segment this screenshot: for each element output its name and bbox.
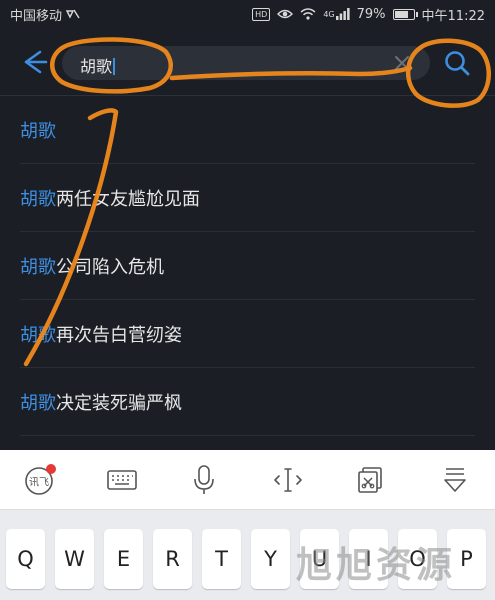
- hd-badge: HD: [252, 7, 271, 21]
- battery-percent: 79%: [356, 6, 386, 22]
- search-query-text: 胡歌: [80, 57, 113, 76]
- text-caret: [113, 58, 115, 75]
- key-t[interactable]: T: [202, 529, 241, 589]
- cursor-move-button[interactable]: [270, 462, 306, 498]
- keyboard-toolbar: 讯飞: [0, 450, 495, 510]
- close-icon: [395, 56, 409, 70]
- suggestion-rest: 两任女友尴尬见面: [56, 189, 200, 210]
- clock: 中午11:22: [421, 8, 485, 24]
- network-type-label: 4G: [323, 9, 335, 19]
- microphone-icon: [194, 465, 214, 494]
- suggestion-rest: 再次告白菅纫姿: [56, 325, 182, 346]
- carrier-label: 中国移动: [10, 8, 63, 24]
- suggestion-item[interactable]: 胡歌 决定装死骗严枫: [20, 369, 475, 436]
- battery-icon: [392, 8, 418, 20]
- key-y[interactable]: Y: [251, 529, 290, 589]
- search-icon: [445, 51, 470, 76]
- clipboard-button[interactable]: [352, 462, 388, 498]
- clear-search-button[interactable]: [389, 50, 415, 76]
- suggestion-item[interactable]: 胡歌: [20, 97, 475, 164]
- status-bar: 中国移动 HD 4G 79% 中午11:22: [0, 0, 495, 28]
- suggestion-keyword: 胡歌: [20, 257, 56, 278]
- ime-logo-button[interactable]: 讯飞: [22, 462, 58, 498]
- suggestion-list: 胡歌 胡歌 两任女友尴尬见面 胡歌 公司陷入危机 胡歌 再次告白菅纫姿 胡歌 决定装死骗…: [0, 97, 495, 449]
- cursor-icon: [274, 468, 302, 492]
- back-button[interactable]: [16, 44, 52, 80]
- clipboard-icon: [358, 467, 382, 493]
- suggestion-keyword: 胡歌: [20, 325, 56, 346]
- ime-logo-label: 讯飞: [29, 477, 49, 489]
- key-e[interactable]: E: [104, 529, 143, 589]
- keyboard-icon: [107, 470, 137, 490]
- voice-input-button[interactable]: [186, 462, 222, 498]
- search-header: 胡歌: [0, 28, 495, 96]
- suggestion-item[interactable]: 胡歌 两任女友尴尬见面: [20, 165, 475, 232]
- signal-icon: [335, 8, 350, 20]
- wifi-icon: [300, 8, 316, 20]
- collapse-keyboard-button[interactable]: [437, 462, 473, 498]
- collapse-icon: [444, 468, 466, 492]
- suggestion-rest: 决定装死骗严枫: [56, 393, 182, 414]
- eye-icon: [277, 9, 294, 19]
- search-button[interactable]: [440, 46, 474, 80]
- suggestion-item[interactable]: 胡歌 公司陷入危机: [20, 233, 475, 300]
- notification-icon: [66, 9, 80, 19]
- suggestion-item[interactable]: 胡歌 再次告白菅纫姿: [20, 301, 475, 368]
- search-input[interactable]: 胡歌: [62, 46, 430, 80]
- key-q[interactable]: Q: [6, 529, 45, 589]
- suggestion-keyword: 胡歌: [20, 393, 56, 414]
- keyboard-switch-button[interactable]: [104, 462, 140, 498]
- ime-logo-icon: 讯飞: [25, 464, 56, 495]
- key-r[interactable]: R: [153, 529, 192, 589]
- key-w[interactable]: W: [55, 529, 94, 589]
- watermark: 旭旭资源: [296, 545, 457, 586]
- arrow-left-icon: [24, 50, 48, 74]
- suggestion-keyword: 胡歌: [20, 121, 56, 142]
- suggestion-rest: 公司陷入危机: [56, 257, 164, 278]
- suggestion-keyword: 胡歌: [20, 189, 56, 210]
- screen: 中国移动 HD 4G 79% 中午11:22 胡歌 胡歌 胡歌 两任女友尴尬见面…: [0, 0, 495, 600]
